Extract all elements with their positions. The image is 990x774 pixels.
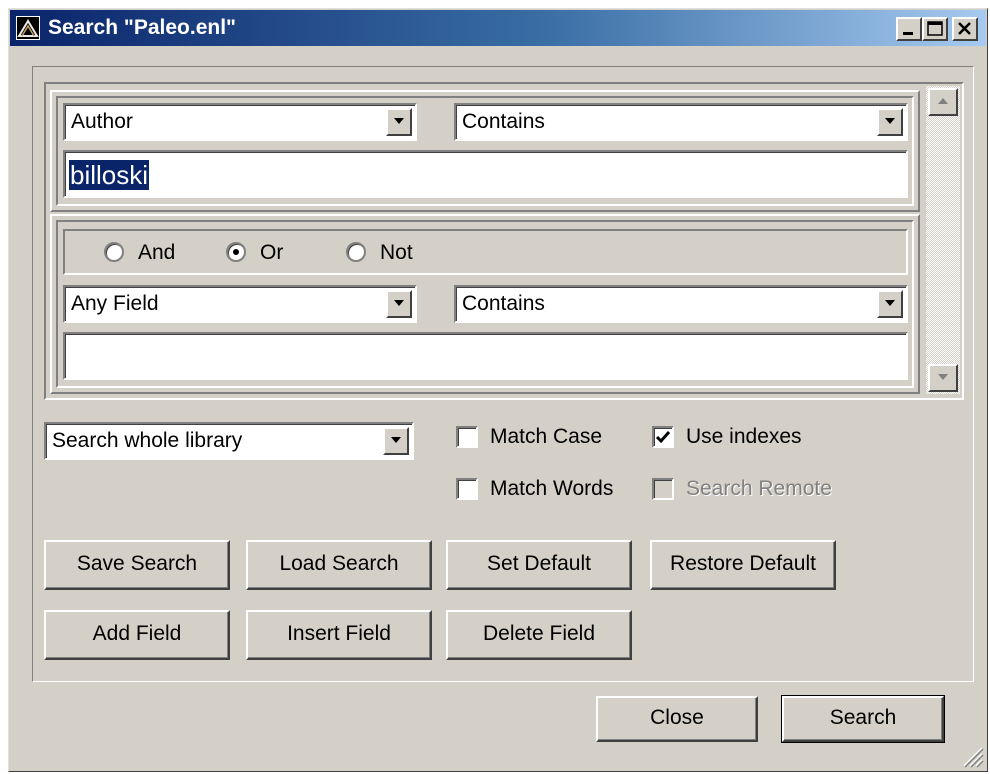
criterion-1-operator-value: Contains (462, 110, 545, 133)
close-button[interactable]: Close (596, 696, 758, 742)
chevron-down-icon (394, 118, 404, 124)
use-indexes-checkbox[interactable] (652, 426, 674, 448)
scroll-up-button[interactable] (928, 88, 958, 116)
search-scope-value: Search whole library (52, 429, 243, 452)
search-scope-dropdown[interactable] (383, 427, 409, 455)
criterion-2-field-dropdown[interactable] (386, 290, 412, 318)
load-search-button[interactable]: Load Search (246, 540, 432, 590)
criterion-1-operator-dropdown[interactable] (877, 108, 903, 136)
close-window-button[interactable] (952, 17, 978, 41)
maximize-icon (924, 19, 946, 39)
minimize-icon (898, 19, 920, 39)
logic-and-radio[interactable] (104, 242, 124, 262)
criterion-2-field-value: Any Field (71, 292, 159, 315)
logic-not-label: Not (380, 241, 413, 264)
criterion-1-field-dropdown[interactable] (386, 108, 412, 136)
criterion-2-field-select[interactable]: Any Field (63, 285, 417, 323)
set-default-button[interactable]: Set Default (446, 540, 632, 590)
criterion-1-value-text: billoski (69, 160, 150, 190)
search-remote-label: Search Remote (686, 477, 832, 500)
save-search-button[interactable]: Save Search (44, 540, 230, 590)
match-case-checkbox[interactable] (456, 426, 478, 448)
scroll-down-button[interactable] (928, 364, 958, 392)
insert-field-button[interactable]: Insert Field (246, 610, 432, 660)
match-case-label: Match Case (490, 425, 603, 448)
app-icon[interactable] (16, 16, 40, 40)
resize-grip-icon (963, 747, 984, 768)
search-remote-checkbox (652, 478, 674, 500)
logic-or-label: Or (260, 241, 284, 264)
use-indexes-label: Use indexes (686, 425, 802, 448)
search-scope-select[interactable]: Search whole library (44, 422, 414, 460)
criterion-2-value-input[interactable] (63, 332, 908, 380)
restore-default-button[interactable]: Restore Default (650, 540, 836, 590)
delete-field-button[interactable]: Delete Field (446, 610, 632, 660)
chevron-down-icon (885, 300, 895, 306)
chevron-down-icon (394, 300, 404, 306)
logic-not-radio[interactable] (346, 242, 366, 262)
criterion-1-value-input[interactable]: billoski (63, 150, 908, 198)
logic-and-label: And (138, 241, 176, 264)
criterion-1-field-value: Author (71, 110, 133, 133)
arrow-down-icon (938, 374, 948, 380)
criterion-1-field-select[interactable]: Author (63, 103, 417, 141)
window-title: Search "Paleo.enl" (48, 16, 236, 39)
arrow-up-icon (938, 98, 948, 104)
criterion-2-operator-dropdown[interactable] (877, 290, 903, 318)
criterion-2-operator-select[interactable]: Contains (454, 285, 908, 323)
criterion-1-operator-select[interactable]: Contains (454, 103, 908, 141)
chevron-down-icon (885, 118, 895, 124)
logic-or-radio[interactable] (226, 242, 246, 262)
minimize-button[interactable] (896, 17, 922, 41)
checkmark-icon (655, 431, 671, 444)
search-button[interactable]: Search (781, 695, 945, 743)
resize-grip[interactable] (958, 742, 984, 768)
radio-selected-dot (233, 249, 239, 255)
criteria-scrollbar[interactable] (926, 86, 960, 394)
match-words-label: Match Words (490, 477, 614, 500)
maximize-button[interactable] (922, 17, 948, 41)
chevron-down-icon (391, 437, 401, 443)
add-field-button[interactable]: Add Field (44, 610, 230, 660)
match-words-checkbox[interactable] (456, 478, 478, 500)
close-icon (954, 19, 976, 39)
logic-radio-group (63, 229, 908, 275)
criterion-2-operator-value: Contains (462, 292, 545, 315)
